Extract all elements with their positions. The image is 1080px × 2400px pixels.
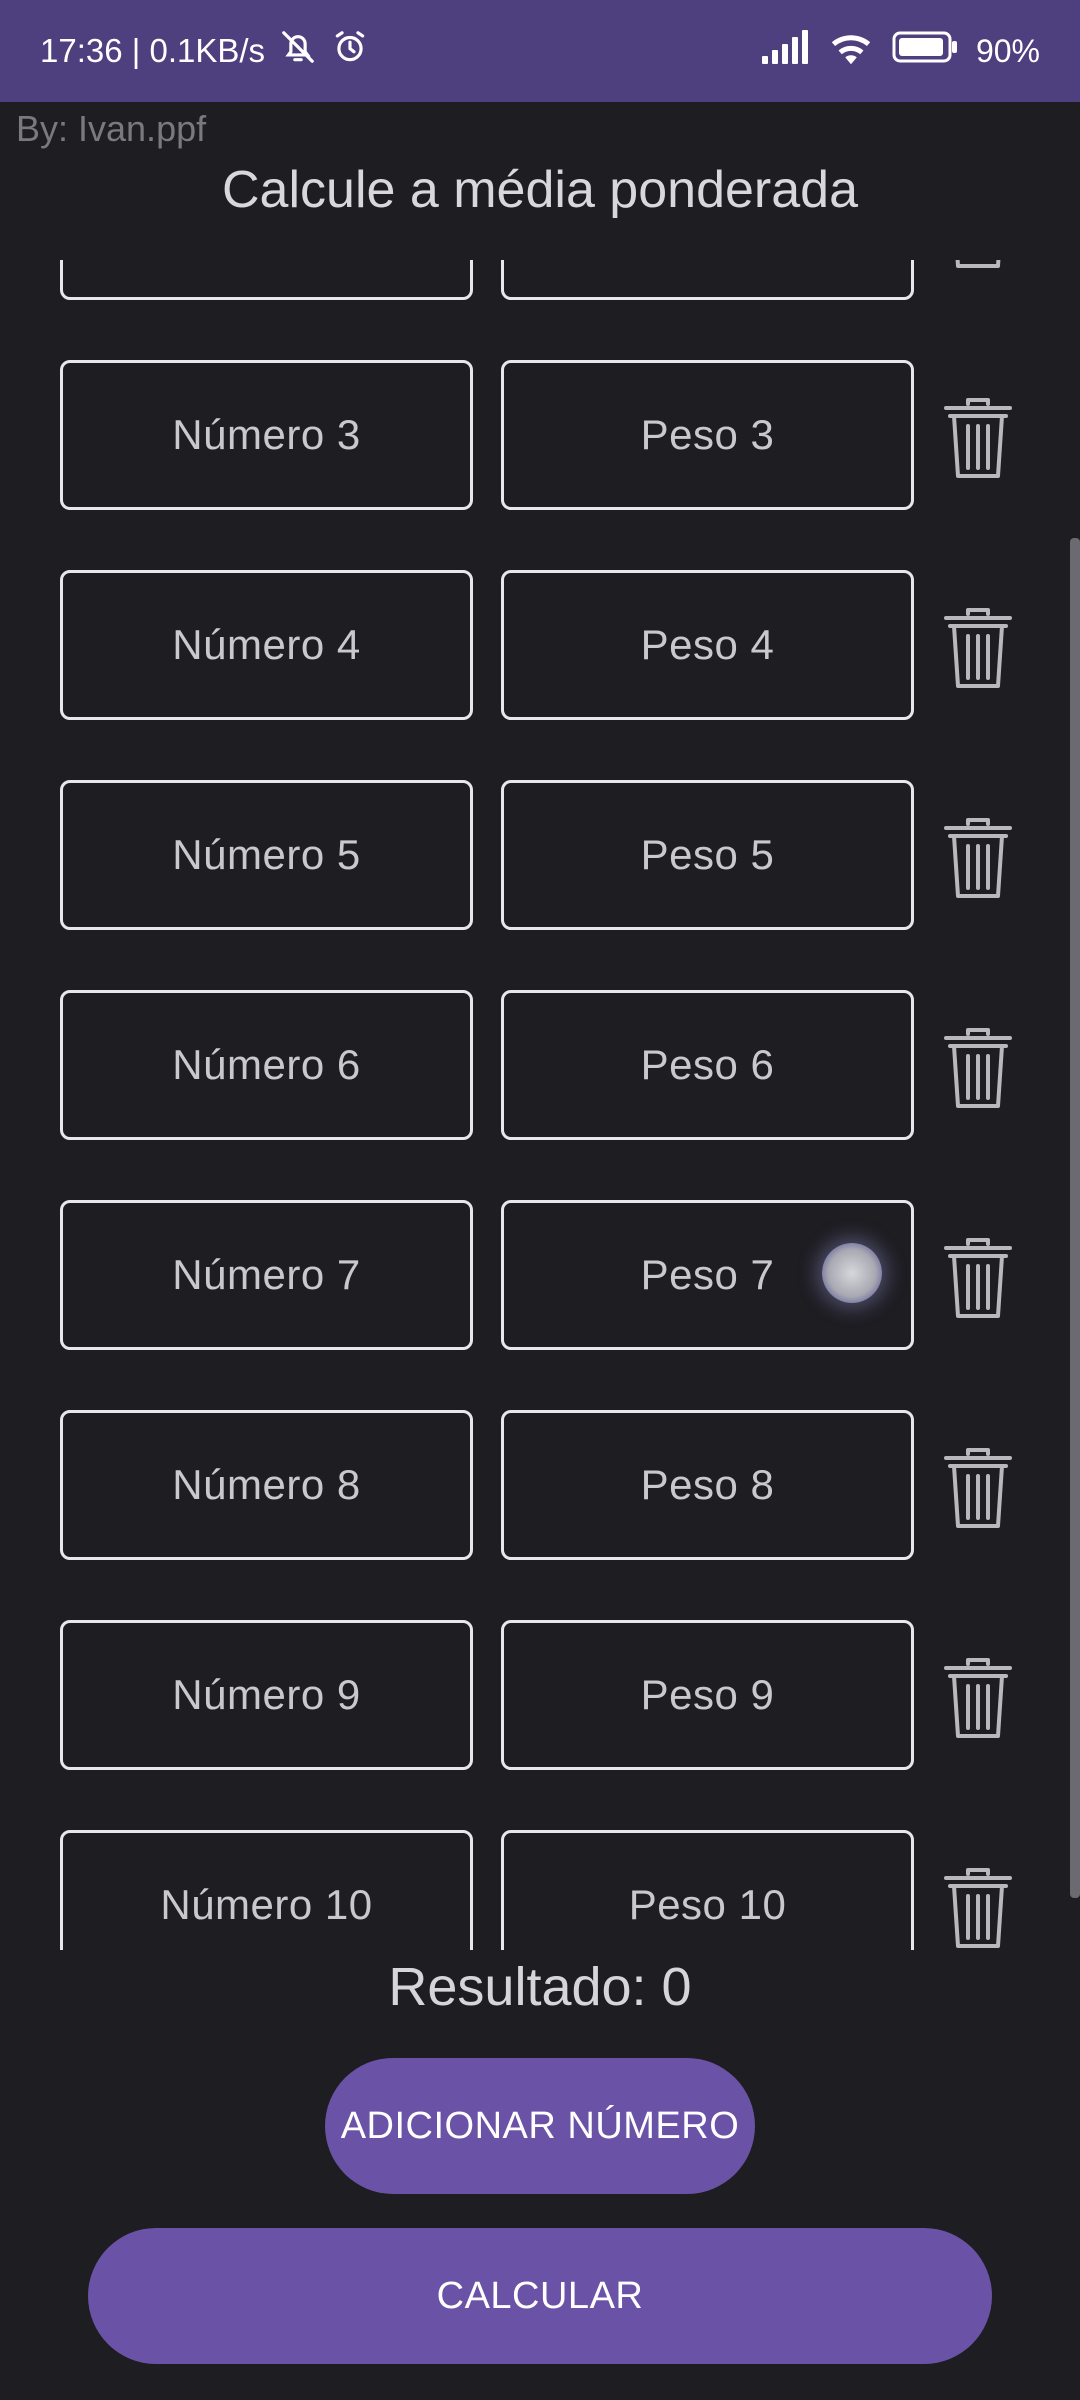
input-row: Número 9 Peso 9: [0, 1620, 1080, 1830]
number-input[interactable]: Número 10: [60, 1830, 473, 1950]
add-number-button[interactable]: ADICIONAR NÚMERO: [325, 2058, 755, 2194]
weight-input[interactable]: Peso 8: [501, 1410, 914, 1560]
author-credit: By: Ivan.ppf: [16, 108, 207, 149]
weight-input[interactable]: Peso 5: [501, 780, 914, 930]
status-right: 90%: [760, 29, 1040, 73]
input-row: [0, 260, 1080, 360]
calculate-button[interactable]: CALCULAR: [88, 2228, 992, 2364]
number-input[interactable]: Número 5: [60, 780, 473, 930]
weight-input[interactable]: Peso 10: [501, 1830, 914, 1950]
trash-icon[interactable]: [936, 1022, 1020, 1112]
page-title: Calcule a média ponderada: [222, 161, 858, 219]
signal-icon: [760, 30, 810, 72]
bell-off-icon: [279, 28, 317, 74]
weight-input[interactable]: Peso 4: [501, 570, 914, 720]
trash-icon[interactable]: [936, 602, 1020, 692]
scrollbar[interactable]: [1070, 538, 1080, 1898]
input-row: Número 5 Peso 5: [0, 780, 1080, 990]
trash-icon[interactable]: [936, 392, 1020, 482]
input-row: Número 6 Peso 6: [0, 990, 1080, 1200]
app-screen: 17:36 | 0.1KB/s 90% By: Ivan.ppf Calcule…: [0, 0, 1080, 2400]
alarm-icon: [331, 28, 369, 74]
status-bar: 17:36 | 0.1KB/s 90%: [0, 0, 1080, 102]
number-input[interactable]: [60, 260, 473, 300]
number-input[interactable]: Número 6: [60, 990, 473, 1140]
wifi-icon: [828, 29, 874, 73]
status-left: 17:36 | 0.1KB/s: [40, 28, 369, 74]
trash-icon[interactable]: [936, 1442, 1020, 1532]
weight-input[interactable]: [501, 260, 914, 300]
input-row: Número 7 Peso 7: [0, 1200, 1080, 1410]
trash-icon[interactable]: [936, 1652, 1020, 1742]
weight-input[interactable]: Peso 3: [501, 360, 914, 510]
battery-icon: [892, 31, 958, 71]
trash-icon[interactable]: [936, 1232, 1020, 1322]
result-text: Resultado: 0: [388, 1957, 692, 2017]
input-row: Número 4 Peso 4: [0, 570, 1080, 780]
trash-icon[interactable]: [936, 1862, 1020, 1950]
number-input[interactable]: Número 3: [60, 360, 473, 510]
number-input[interactable]: Número 7: [60, 1200, 473, 1350]
number-input[interactable]: Número 4: [60, 570, 473, 720]
input-row: Número 10 Peso 10: [0, 1830, 1080, 1950]
status-time: 17:36 | 0.1KB/s: [40, 32, 266, 69]
number-input[interactable]: Número 8: [60, 1410, 473, 1560]
rows-container: Número 3 Peso 3 Número 4 Peso 4 Número 5 Peso…: [0, 260, 1080, 1950]
number-list[interactable]: Número 3 Peso 3 Número 4 Peso 4 Número 5 Peso…: [0, 260, 1080, 1950]
input-row: Número 3 Peso 3: [0, 360, 1080, 570]
number-input[interactable]: Número 9: [60, 1620, 473, 1770]
battery-percent: 90%: [975, 32, 1040, 69]
input-row: Número 8 Peso 8: [0, 1410, 1080, 1620]
trash-icon[interactable]: [936, 812, 1020, 902]
weight-input[interactable]: Peso 6: [501, 990, 914, 1140]
trash-icon[interactable]: [936, 260, 1020, 272]
touch-indicator: [822, 1243, 882, 1303]
weight-input[interactable]: Peso 9: [501, 1620, 914, 1770]
